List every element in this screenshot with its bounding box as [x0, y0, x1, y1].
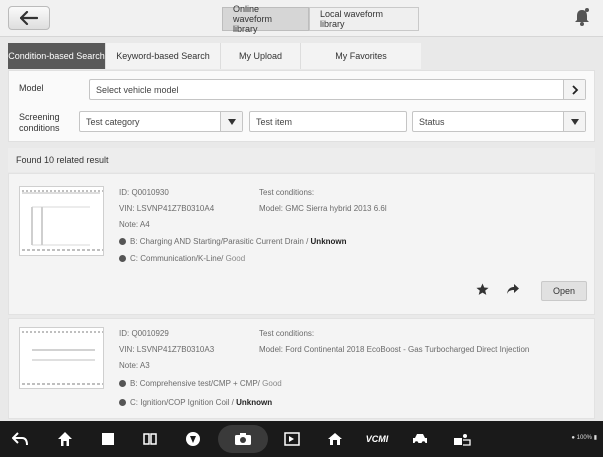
- dropdown-arrow-icon: [563, 112, 585, 131]
- notification-bell-icon[interactable]: [573, 7, 591, 27]
- favorite-star-icon[interactable]: [476, 283, 489, 298]
- status-dot-icon: [119, 238, 126, 245]
- open-button[interactable]: Open: [541, 281, 587, 301]
- recent-apps-icon[interactable]: [98, 429, 118, 449]
- library-tabs: Online waveform library Local waveform l…: [222, 4, 419, 34]
- status-dropdown[interactable]: Status: [412, 111, 586, 132]
- status-dot-icon: [119, 399, 126, 406]
- test-category-value: Test category: [86, 116, 140, 127]
- status-dot-icon: [119, 255, 126, 262]
- status-bar-indicators: ● 100% ▮: [571, 434, 597, 441]
- bottom-navigation-bar: VCMI ● 100% ▮: [0, 421, 603, 457]
- result-card[interactable]: ID: Q0010929 VIN: LSVNP41Z7B0310A3 Note:…: [8, 318, 595, 419]
- remote-support-icon[interactable]: [452, 429, 472, 449]
- result-model: Model: Ford Continental 2018 EcoBoost - …: [259, 345, 530, 354]
- channel-c-row: C: Ignition/COP Ignition Coil / Unknown: [119, 398, 272, 407]
- screen-record-icon[interactable]: [282, 429, 302, 449]
- dropdown-arrow-icon: [220, 112, 242, 131]
- result-note: Note: A3: [119, 361, 150, 370]
- result-card[interactable]: ID: Q0010930 VIN: LSVNP41Z7B0310A4 Note:…: [8, 173, 595, 315]
- channel-c-status: Unknown: [236, 398, 273, 407]
- split-screen-icon[interactable]: [140, 429, 160, 449]
- channel-b-row: B: Comprehensive test/CMP + CMP/ Good: [119, 379, 282, 388]
- tab-local-waveform-library[interactable]: Local waveform library: [309, 7, 419, 31]
- home-icon[interactable]: [55, 429, 75, 449]
- vcmi-button[interactable]: VCMI: [362, 429, 392, 449]
- vehicle-model-selector[interactable]: Select vehicle model: [89, 79, 586, 100]
- vehicle-icon[interactable]: [410, 429, 430, 449]
- channel-c-text: C: Communication/K-Line/: [130, 254, 224, 263]
- browser-icon[interactable]: [183, 429, 203, 449]
- result-model: Model: GMC Sierra hybrid 2013 6.6l: [259, 204, 387, 213]
- result-id: ID: Q0010930: [119, 188, 169, 197]
- channel-c-row: C: Communication/K-Line/ Good: [119, 254, 245, 263]
- channel-c-status: Good: [225, 254, 246, 263]
- result-vin: VIN: LSVNP41Z7B0310A4: [119, 204, 215, 213]
- waveform-thumbnail[interactable]: [19, 186, 104, 256]
- tab-my-favorites[interactable]: My Favorites: [301, 43, 421, 69]
- channel-c-text: C: Ignition/COP Ignition Coil /: [130, 398, 234, 407]
- result-id: ID: Q0010929: [119, 329, 169, 338]
- tab-online-waveform-library[interactable]: Online waveform library: [222, 4, 309, 34]
- result-vin: VIN: LSVNP41Z7B0310A3: [119, 345, 215, 354]
- maxifix-home-icon[interactable]: [325, 429, 345, 449]
- top-bar: Online waveform library Local waveform l…: [0, 0, 603, 37]
- camera-icon[interactable]: [218, 425, 268, 453]
- chevron-right-icon: [563, 80, 585, 99]
- status-dot-icon: [119, 380, 126, 387]
- test-category-dropdown[interactable]: Test category: [79, 111, 243, 132]
- test-item-value: Test item: [256, 116, 293, 127]
- result-note: Note: A4: [119, 220, 150, 229]
- channel-b-text: B: Charging AND Starting/Parasitic Curre…: [130, 237, 309, 246]
- results-count: Found 10 related result: [8, 148, 595, 172]
- search-mode-tabs: Condition-based Search Keyword-based Sea…: [8, 43, 421, 69]
- test-conditions-label: Test conditions:: [259, 329, 315, 338]
- channel-b-text: B: Comprehensive test/CMP + CMP/: [130, 379, 260, 388]
- screening-conditions-label: Screening conditions: [19, 112, 60, 133]
- back-button[interactable]: [8, 6, 50, 30]
- battery-icon: ▮: [593, 435, 597, 441]
- model-label: Model: [19, 83, 44, 93]
- share-arrow-icon[interactable]: [506, 283, 520, 297]
- tab-keyword-based-search[interactable]: Keyword-based Search: [106, 43, 221, 69]
- test-item-dropdown[interactable]: Test item: [249, 111, 407, 132]
- back-arrow-icon: [20, 11, 38, 25]
- wifi-icon: ●: [571, 435, 575, 441]
- channel-b-row: B: Charging AND Starting/Parasitic Curre…: [119, 237, 347, 246]
- test-conditions-label: Test conditions:: [259, 188, 315, 197]
- battery-level: 100%: [576, 435, 593, 441]
- channel-b-status: Unknown: [310, 237, 347, 246]
- channel-b-status: Good: [262, 379, 282, 388]
- model-value: Select vehicle model: [96, 84, 179, 95]
- back-nav-icon[interactable]: [10, 429, 30, 449]
- waveform-thumbnail[interactable]: [19, 327, 104, 389]
- search-form-panel: Model Select vehicle model Screening con…: [8, 70, 595, 142]
- tab-my-upload[interactable]: My Upload: [221, 43, 301, 69]
- tab-condition-based-search[interactable]: Condition-based Search: [8, 43, 106, 69]
- status-value: Status: [419, 116, 445, 127]
